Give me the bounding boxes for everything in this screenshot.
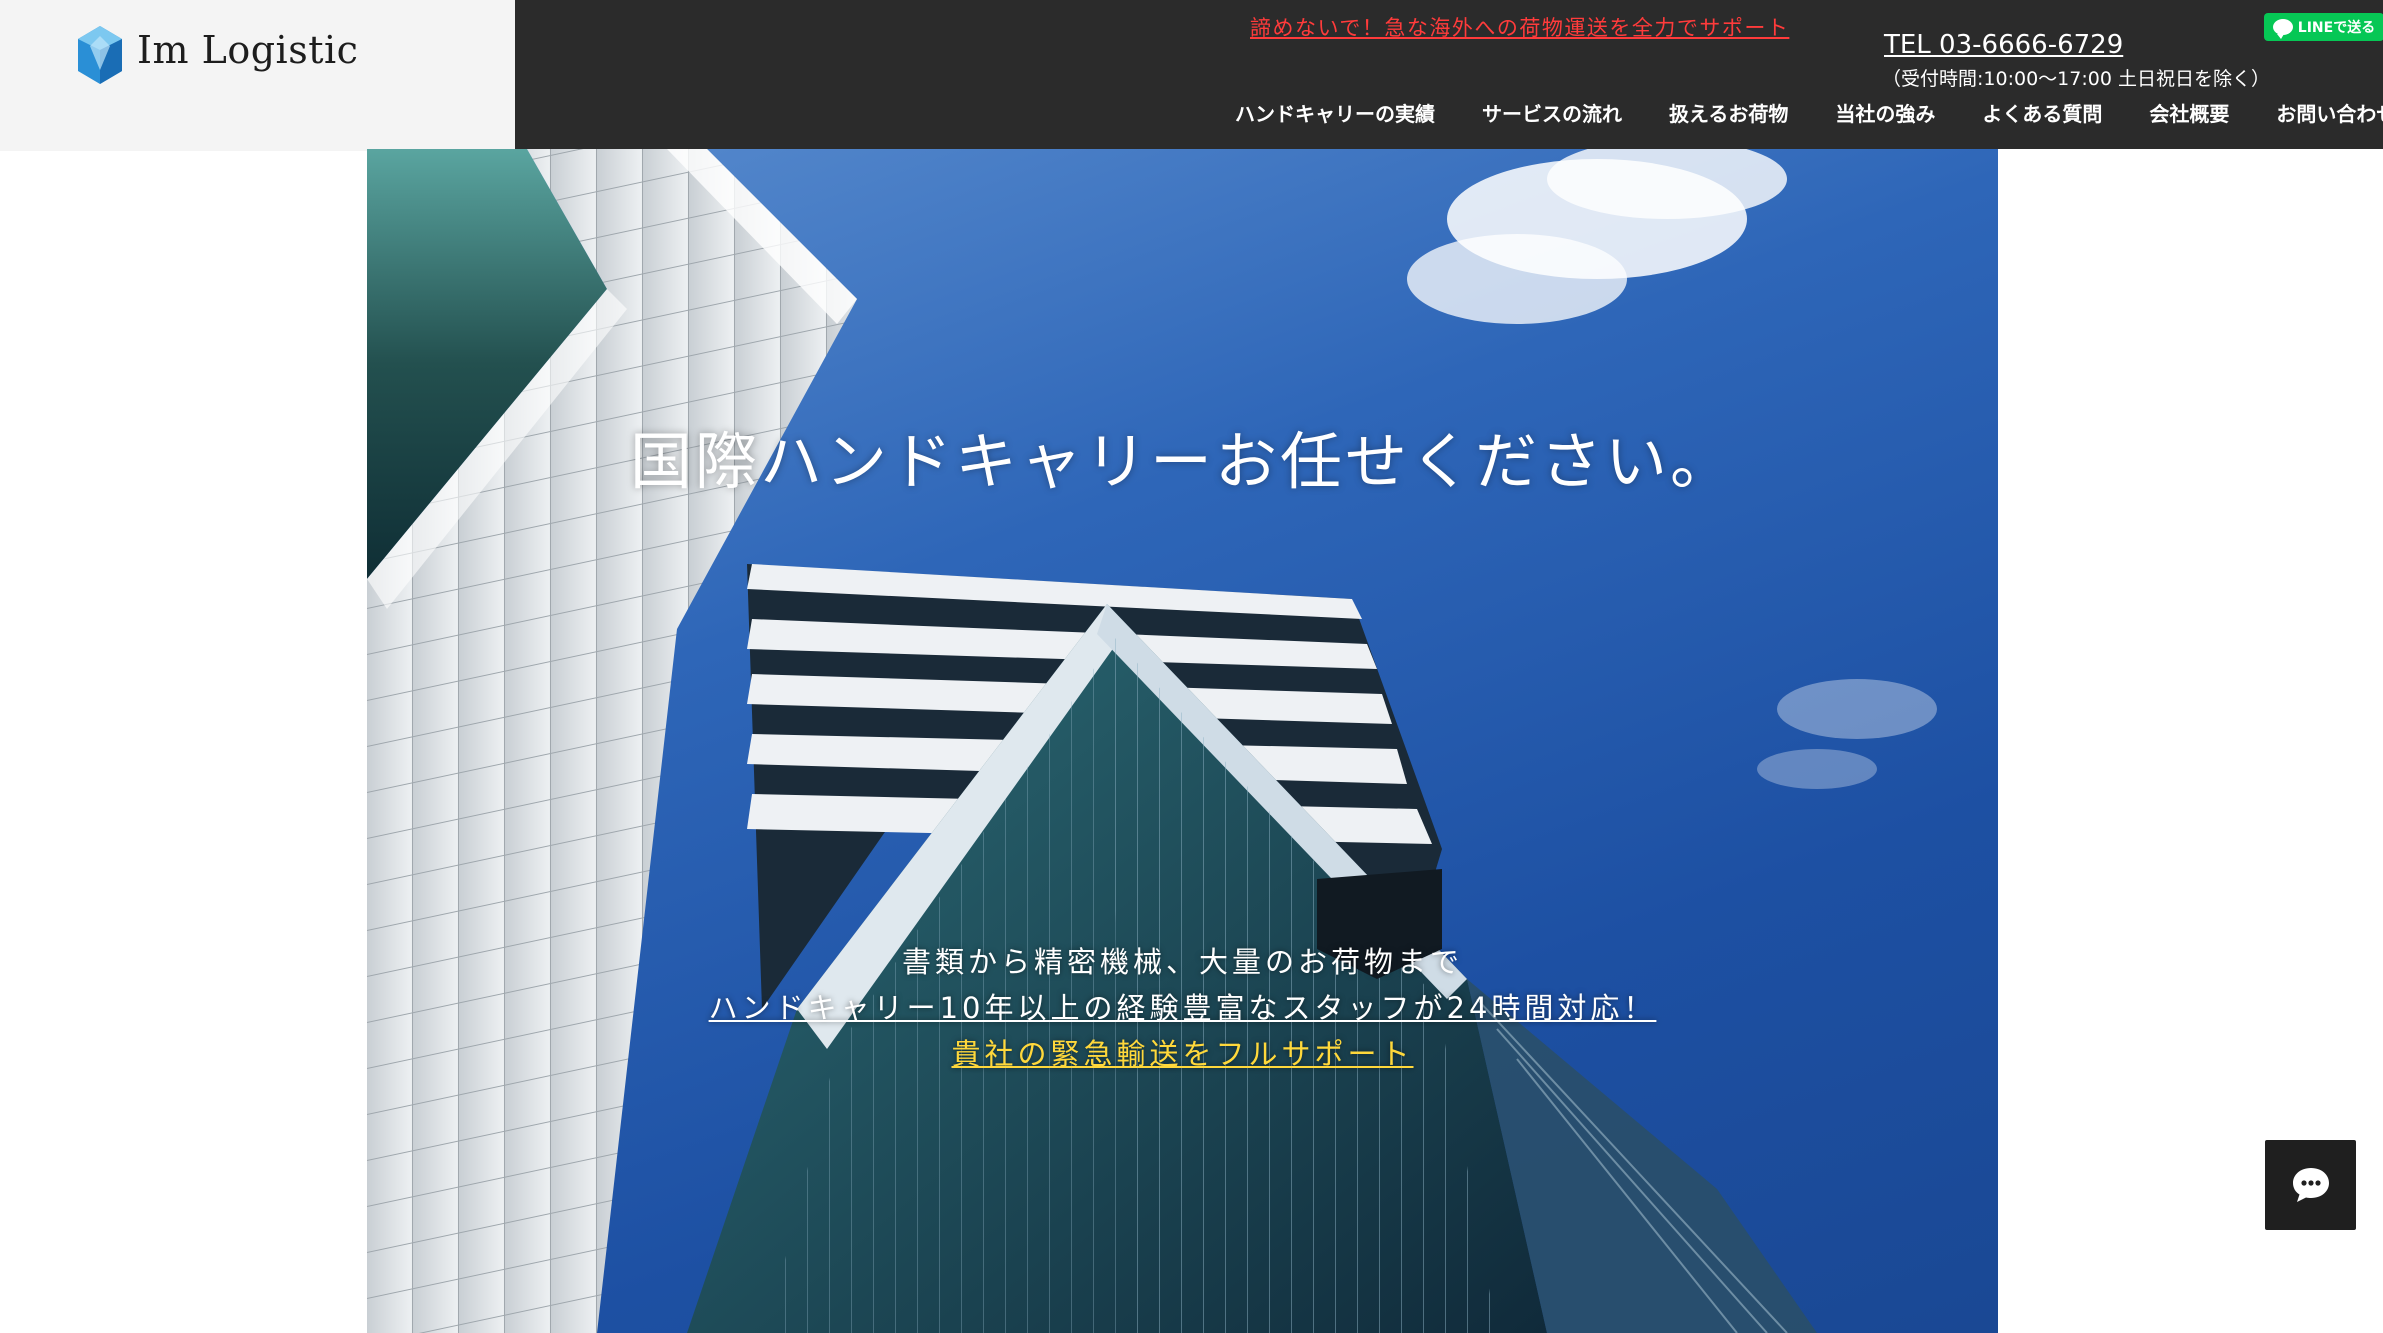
hero-section: 国際ハンドキャリーお任せください。 書類から精密機械、大量のお荷物まで ハンドキ… [367, 149, 1998, 1333]
line-chat-icon [2272, 19, 2293, 39]
line-share-label: LINEで送る [2297, 20, 2376, 36]
nav-item-results[interactable]: ハンドキャリーの実績 [1235, 98, 1435, 126]
header-bar: 諦めないで！急な海外への荷物運送を全力でサポート TEL 03-6666-672… [515, 0, 2383, 149]
hero-subtitle-line-2-text: ハンドキャリー10年以上の経験豊富なスタッフが24時間対応！ [708, 991, 1657, 1025]
page: Im Logistic 諦めないで！急な海外への荷物運送を全力でサポート TEL… [0, 0, 2383, 1333]
nav-item-contact[interactable]: お問い合わせ [2276, 98, 2383, 126]
line-share-button[interactable]: LINEで送る [2264, 13, 2383, 41]
nav-item-luggage[interactable]: 扱えるお荷物 [1669, 98, 1788, 126]
hero-subtitle-line-3-text: 貴社の緊急輸送をフルサポート [951, 1037, 1414, 1071]
chat-bubble-icon [2292, 1168, 2329, 1202]
logo-icon[interactable] [76, 26, 124, 84]
nav-item-service-flow[interactable]: サービスの流れ [1482, 98, 1622, 126]
hero-background-image [367, 149, 1937, 1333]
nav-item-strengths[interactable]: 当社の強み [1835, 98, 1935, 126]
main-nav: ハンドキャリーの実績 サービスの流れ 扱えるお荷物 当社の強み よくある質問 会… [1235, 98, 2383, 126]
hero-subtitle-line-1: 書類から精密機械、大量のお荷物まで [901, 945, 1463, 979]
hero-subtitle-line-3: 貴社の緊急輸送をフルサポート [367, 1031, 1998, 1073]
promo-link[interactable]: 諦めないで！急な海外への荷物運送を全力でサポート [1250, 12, 1789, 42]
hero-title: 国際ハンドキャリーお任せください。 [629, 425, 1735, 498]
business-hours: （受付時間:10:00～17:00 土日祝日を除く） [1882, 68, 2270, 90]
nav-item-company[interactable]: 会社概要 [2149, 98, 2229, 126]
phone-link[interactable]: TEL 03-6666-6729 [1884, 30, 2123, 60]
nav-item-faq[interactable]: よくある質問 [1982, 98, 2102, 126]
logo-area: Im Logistic [0, 0, 515, 151]
brand-name[interactable]: Im Logistic [137, 28, 358, 72]
hero-subtitle-line-2: ハンドキャリー10年以上の経験豊富なスタッフが24時間対応！ [367, 985, 1998, 1027]
chat-widget-button[interactable] [2265, 1140, 2356, 1230]
